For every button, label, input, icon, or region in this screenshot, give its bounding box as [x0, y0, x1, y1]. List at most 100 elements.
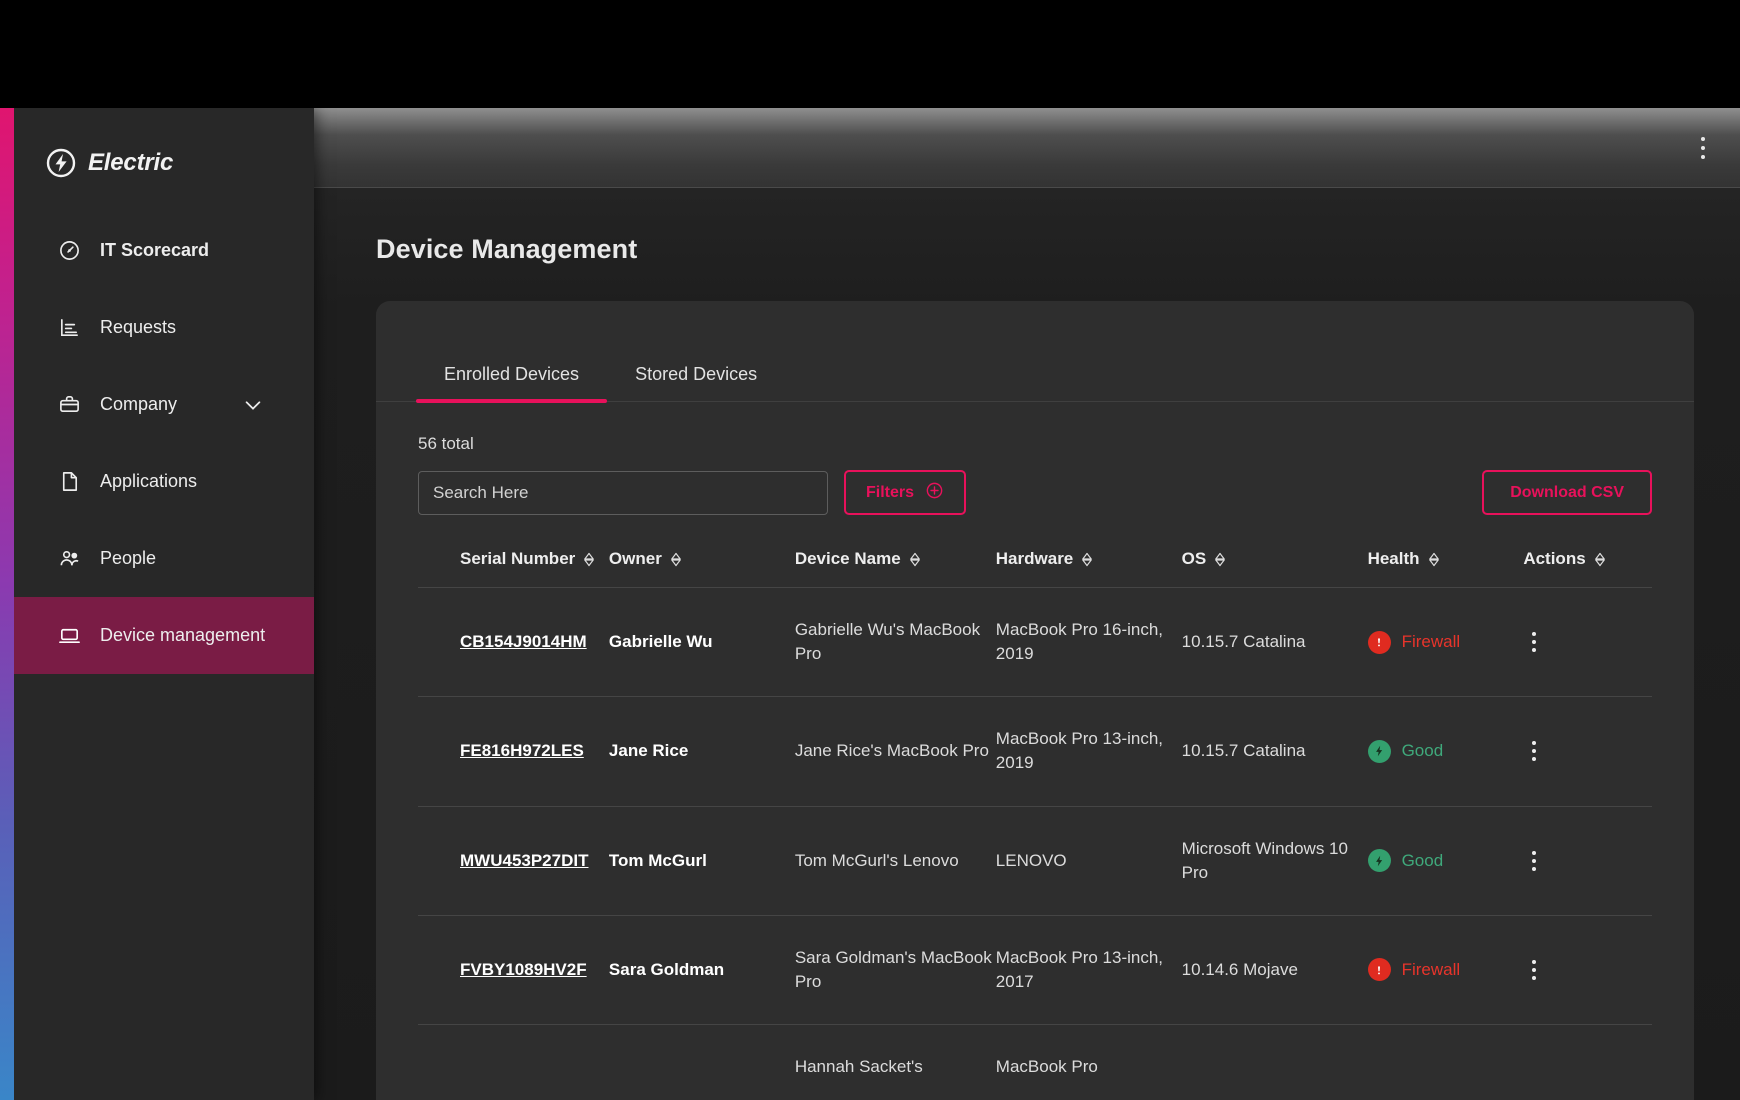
hardware: MacBook Pro 13-inch, 2019	[996, 729, 1163, 772]
kebab-menu-icon[interactable]	[1523, 848, 1545, 874]
sidebar-item-people[interactable]: People	[8, 520, 314, 597]
sidebar-item-label: Applications	[100, 471, 197, 492]
col-header-owner[interactable]: Owner	[609, 549, 795, 588]
status-badge: Firewall	[1368, 631, 1524, 654]
sort-updown-icon	[1594, 552, 1606, 567]
owner-name: Tom McGurl	[609, 851, 707, 870]
status-badge: Good	[1368, 849, 1524, 872]
col-header-label: Owner	[609, 549, 662, 569]
filters-button-label: Filters	[866, 484, 914, 502]
status-label: Firewall	[1402, 960, 1461, 980]
serial-number-link[interactable]: FE816H972LES	[460, 741, 584, 760]
device-name: Hannah Sacket's	[795, 1057, 923, 1076]
owner-name: Jane Rice	[609, 741, 688, 760]
device-name: Gabrielle Wu's MacBook Pro	[795, 620, 980, 663]
table-head: Serial Number	[418, 549, 1652, 588]
owner-name: Gabrielle Wu	[609, 632, 713, 651]
col-header-label: OS	[1182, 549, 1207, 569]
table-row[interactable]: CB154J9014HM Gabrielle Wu Gabrielle Wu's…	[418, 588, 1652, 697]
owner-name: Sara Goldman	[609, 960, 724, 979]
hardware: LENOVO	[996, 851, 1067, 870]
col-header-label: Actions	[1523, 549, 1585, 569]
table-header-row: Serial Number	[418, 549, 1652, 588]
col-header-serial-number[interactable]: Serial Number	[418, 549, 609, 588]
table-row[interactable]: Hannah Sacket's MacBook Pro	[418, 1025, 1652, 1100]
people-icon	[56, 546, 82, 572]
os-version: Microsoft Windows 10 Pro	[1182, 839, 1348, 882]
speedometer-icon	[56, 238, 82, 264]
alert-exclamation-icon	[1368, 958, 1391, 981]
serial-number-link[interactable]: CB154J9014HM	[460, 632, 587, 651]
sort-updown-icon	[583, 552, 595, 567]
sidebar-item-requests[interactable]: Requests	[8, 289, 314, 366]
sidebar-item-device-management[interactable]: Device management	[8, 597, 314, 674]
electric-bolt-circle-icon	[46, 148, 76, 178]
kebab-menu-icon[interactable]	[1523, 629, 1545, 655]
col-header-actions[interactable]: Actions	[1523, 549, 1652, 588]
os-version: 10.15.7 Catalina	[1182, 632, 1306, 651]
plus-circle-icon	[925, 481, 944, 505]
serial-number-link[interactable]: MWU453P27DIT	[460, 851, 588, 870]
devices-table: Serial Number	[418, 549, 1652, 1100]
chevron-down-icon[interactable]	[242, 394, 264, 416]
col-header-hardware[interactable]: Hardware	[996, 549, 1182, 588]
devices-card: Enrolled Devices Stored Devices 56 total…	[376, 301, 1694, 1100]
sidebar-item-company[interactable]: Company	[8, 366, 314, 443]
sort-updown-icon	[1214, 552, 1226, 567]
sidebar-item-label: IT Scorecard	[100, 240, 209, 261]
top-bar	[314, 108, 1740, 188]
sort-updown-icon	[1428, 552, 1440, 567]
os-version: 10.14.6 Mojave	[1182, 960, 1298, 979]
list-chart-icon	[56, 315, 82, 341]
status-label: Firewall	[1402, 632, 1461, 652]
alert-exclamation-icon	[1368, 631, 1391, 654]
briefcase-icon	[56, 392, 82, 418]
device-name: Jane Rice's MacBook Pro	[795, 741, 989, 760]
col-header-label: Serial Number	[460, 549, 575, 569]
kebab-menu-icon[interactable]	[1523, 738, 1545, 764]
table-row[interactable]: FVBY1089HV2F Sara Goldman Sara Goldman's…	[418, 915, 1652, 1024]
sidebar-item-it-scorecard[interactable]: IT Scorecard	[8, 212, 314, 289]
tab-bar: Enrolled Devices Stored Devices	[376, 301, 1694, 402]
col-header-os[interactable]: OS	[1182, 549, 1368, 588]
sort-updown-icon	[1081, 552, 1093, 567]
sort-updown-icon	[909, 552, 921, 567]
table-toolbar: 56 total Filters Download CSV	[376, 402, 1694, 1100]
kebab-menu-icon[interactable]	[1692, 134, 1714, 162]
download-csv-button[interactable]: Download CSV	[1482, 470, 1652, 515]
col-header-device-name[interactable]: Device Name	[795, 549, 996, 588]
table-row[interactable]: MWU453P27DIT Tom McGurl Tom McGurl's Len…	[418, 806, 1652, 915]
col-header-health[interactable]: Health	[1368, 549, 1524, 588]
sidebar-item-applications[interactable]: Applications	[8, 443, 314, 520]
col-header-label: Device Name	[795, 549, 901, 569]
tab-enrolled-devices[interactable]: Enrolled Devices	[416, 364, 607, 401]
table-row[interactable]: FE816H972LES Jane Rice Jane Rice's MacBo…	[418, 697, 1652, 806]
page-content: Device Management Enrolled Devices Store…	[314, 188, 1740, 1100]
device-name: Sara Goldman's MacBook Pro	[795, 948, 992, 991]
brand-name: Electric	[88, 149, 173, 177]
os-version: 10.15.7 Catalina	[1182, 741, 1306, 760]
table-body: CB154J9014HM Gabrielle Wu Gabrielle Wu's…	[418, 588, 1652, 1100]
sidebar: Electric IT Scorecard Requests	[8, 108, 314, 1100]
laptop-icon	[56, 623, 82, 649]
filters-button[interactable]: Filters	[844, 470, 966, 515]
col-header-label: Health	[1368, 549, 1420, 569]
toolbar-row: Filters Download CSV	[418, 470, 1652, 515]
hardware: MacBook Pro	[996, 1057, 1098, 1076]
total-count: 56 total	[418, 434, 1652, 454]
hardware: MacBook Pro 16-inch, 2019	[996, 620, 1163, 663]
sort-updown-icon	[670, 552, 682, 567]
col-header-label: Hardware	[996, 549, 1073, 569]
status-badge: Firewall	[1368, 958, 1524, 981]
status-label: Good	[1402, 851, 1444, 871]
tab-stored-devices[interactable]: Stored Devices	[607, 364, 785, 401]
kebab-menu-icon[interactable]	[1523, 957, 1545, 983]
serial-number-link[interactable]: FVBY1089HV2F	[460, 960, 587, 979]
bolt-icon	[1368, 740, 1391, 763]
sidebar-nav: IT Scorecard Requests Company	[8, 212, 314, 674]
search-input[interactable]	[418, 471, 828, 515]
page-title: Device Management	[376, 234, 1740, 265]
accent-edge-strip	[0, 108, 14, 1100]
sidebar-item-label: Company	[100, 394, 177, 415]
status-badge: Good	[1368, 740, 1524, 763]
